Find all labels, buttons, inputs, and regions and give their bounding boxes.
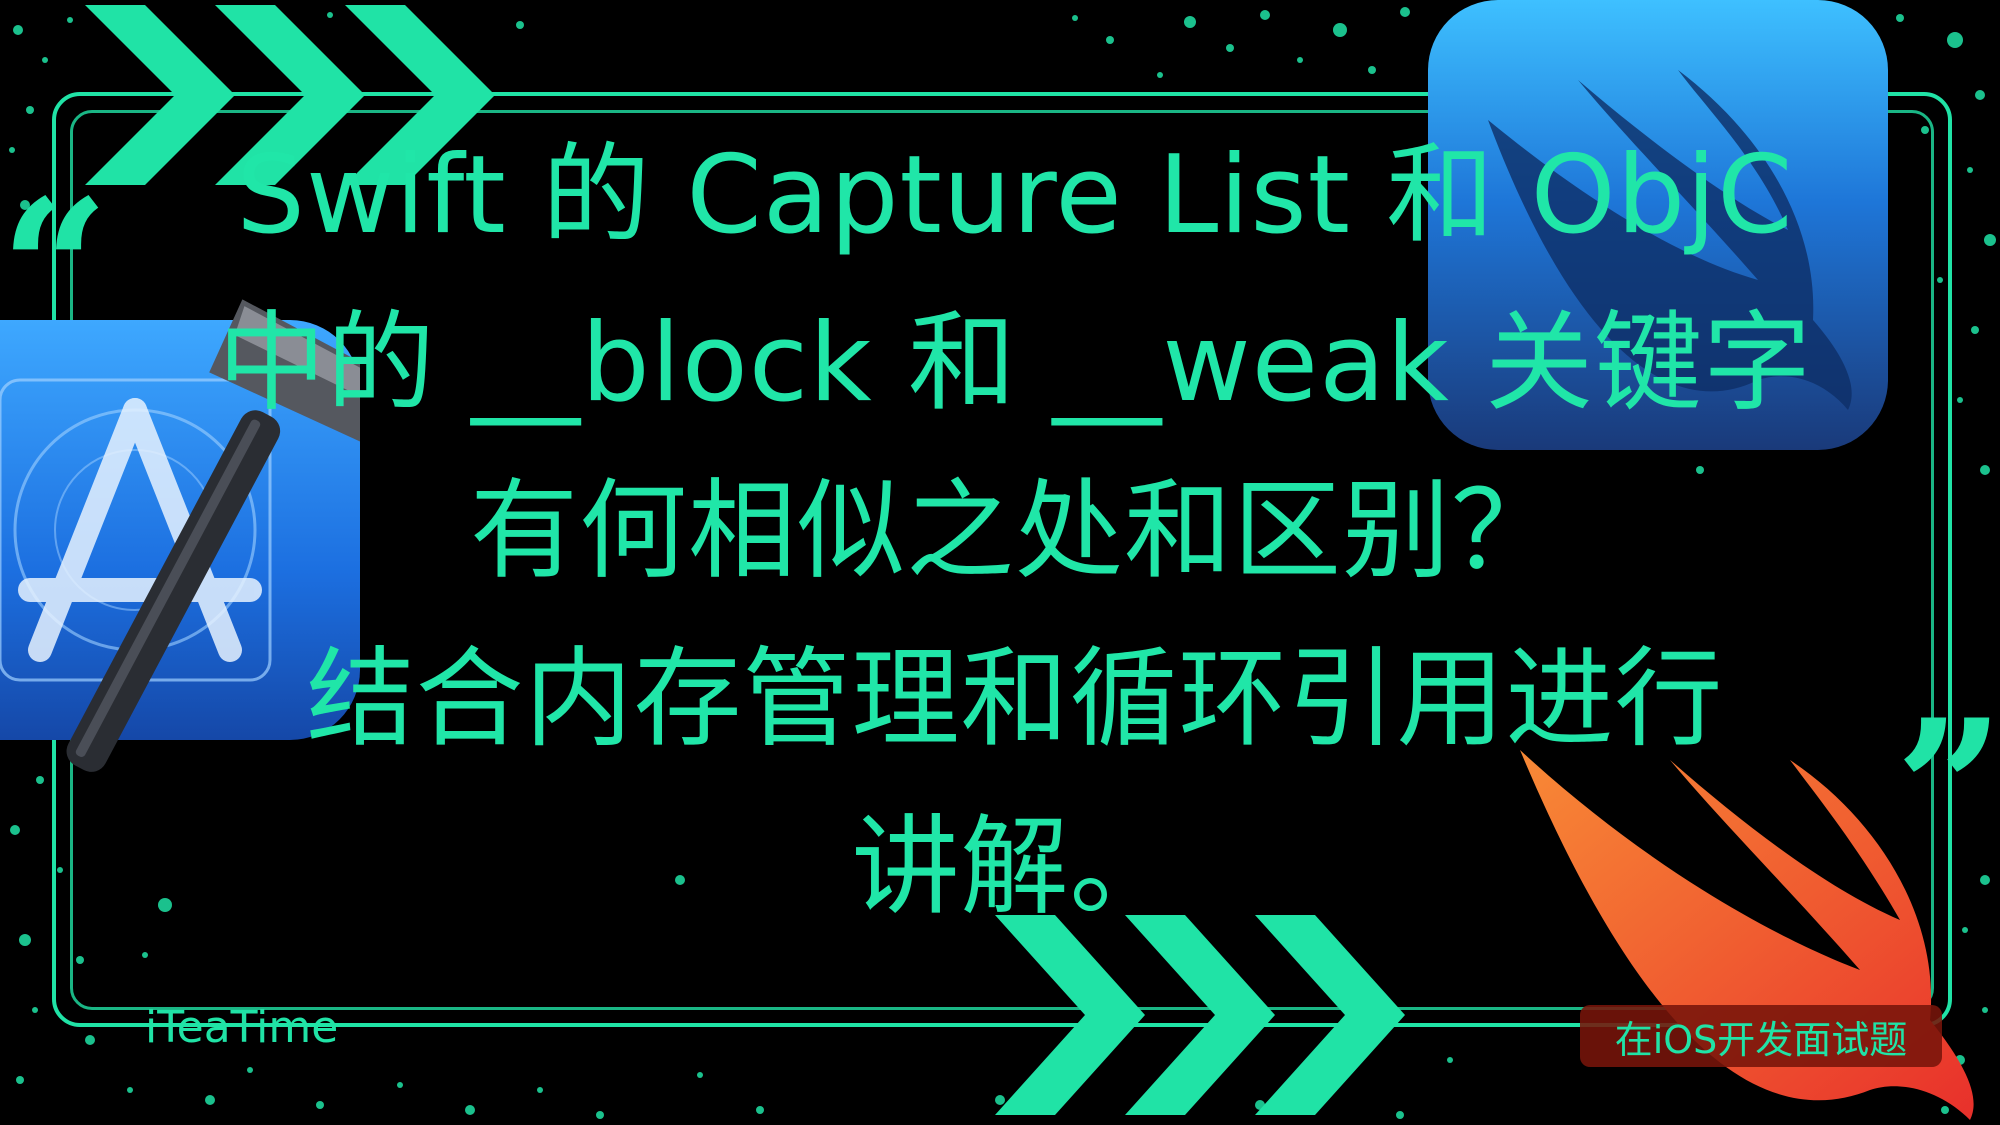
title-line-2: 中的 __block 和 __weak 关键字 [217,301,1813,426]
title-line-3: 有何相似之处和区别？ [469,469,1560,594]
title-line-5: 讲解。 [851,805,1179,930]
title-line-4: 结合内存管理和循环引用进行 [306,637,1724,762]
title-line-1: Swift 的 Capture List 和 ObjC [236,133,1794,258]
tag-label: 在iOS开发面试题 [1614,1017,1908,1062]
brand-label: iTeaTime [145,1002,339,1053]
open-quote-mark: “ [0,158,110,381]
close-quote-mark: ” [1895,678,2000,901]
thumbnail-canvas: 在iOS开发面试题 “ ” Swift 的 Capture List 和 Obj… [0,0,2000,1125]
page-title: Swift 的 Capture List 和 ObjC 中的 __block 和… [150,112,1880,952]
tag-badge: 在iOS开发面试题 [1580,1005,1942,1067]
